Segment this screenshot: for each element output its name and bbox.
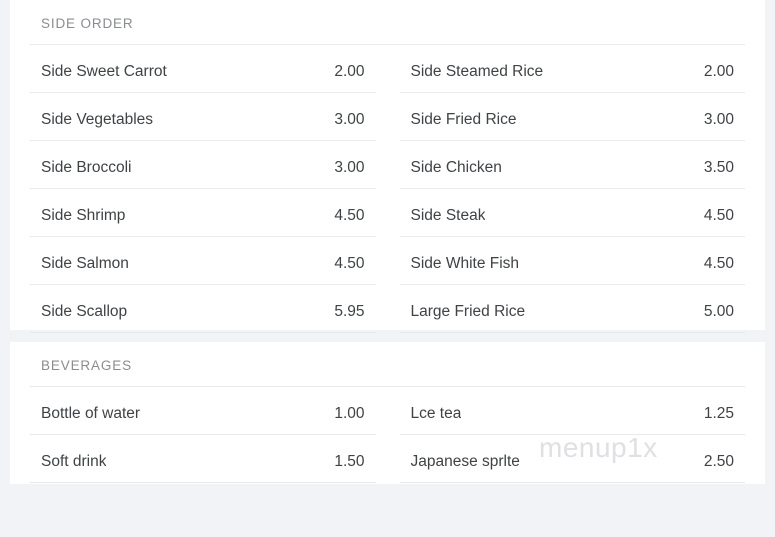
menu-item-name: Lce tea bbox=[410, 405, 462, 422]
menu-item-price: 4.50 bbox=[334, 207, 365, 224]
menu-item-name: Side White Fish bbox=[410, 255, 520, 272]
menu-item-name: Soft drink bbox=[41, 453, 107, 470]
menu-section-side-order: SIDE ORDER Side Sweet Carrot 2.00 Side S… bbox=[10, 0, 765, 333]
menu-item-name: Side Fried Rice bbox=[410, 111, 517, 128]
menu-item-row[interactable]: Side Salmon 4.50 bbox=[30, 237, 376, 285]
menu-item-price: 1.50 bbox=[334, 453, 365, 470]
menu-item-price: 2.50 bbox=[703, 453, 734, 470]
menu-item-price: 5.95 bbox=[334, 303, 365, 320]
menu-item-row[interactable]: Side Steamed Rice 2.00 bbox=[399, 45, 745, 93]
menu-item-price: 3.00 bbox=[334, 159, 365, 176]
menu-item-row[interactable]: Side Chicken 3.50 bbox=[399, 141, 745, 189]
menu-item-price: 4.50 bbox=[703, 255, 734, 272]
section-header-beverages: BEVERAGES bbox=[30, 342, 745, 387]
menu-item-row[interactable]: Side Broccoli 3.00 bbox=[30, 141, 376, 189]
menu-item-price: 3.00 bbox=[334, 111, 365, 128]
menu-item-row[interactable]: Side White Fish 4.50 bbox=[399, 237, 745, 285]
menu-items-grid-beverages: Bottle of water 1.00 Lce tea 1.25 Soft d… bbox=[10, 387, 765, 483]
menu-item-name: Side Steak bbox=[410, 207, 486, 224]
menu-item-row[interactable]: Soft drink 1.50 bbox=[30, 435, 376, 483]
menu-item-row[interactable]: Bottle of water 1.00 bbox=[30, 387, 376, 435]
menu-item-name: Side Steamed Rice bbox=[410, 63, 544, 80]
menu-item-price: 1.25 bbox=[703, 405, 734, 422]
menu-item-name: Side Sweet Carrot bbox=[41, 63, 167, 80]
menu-item-row[interactable]: Japanese sprlte 2.50 bbox=[399, 435, 745, 483]
menu-item-name: Bottle of water bbox=[41, 405, 141, 422]
menu-item-price: 2.00 bbox=[334, 63, 365, 80]
menu-item-price: 4.50 bbox=[703, 207, 734, 224]
menu-item-row[interactable]: Side Scallop 5.95 bbox=[30, 285, 376, 333]
menu-item-price: 5.00 bbox=[703, 303, 734, 320]
menu-item-name: Large Fried Rice bbox=[410, 303, 526, 320]
menu-item-name: Side Vegetables bbox=[41, 111, 154, 128]
menu-section-beverages: BEVERAGES Bottle of water 1.00 Lce tea 1… bbox=[10, 342, 765, 484]
menu-items-grid-side-order: Side Sweet Carrot 2.00 Side Steamed Rice… bbox=[10, 45, 765, 333]
menu-item-row[interactable]: Large Fried Rice 5.00 bbox=[399, 285, 745, 333]
menu-item-name: Japanese sprlte bbox=[410, 453, 520, 470]
menu-item-price: 3.50 bbox=[703, 159, 734, 176]
menu-item-row[interactable]: Side Shrimp 4.50 bbox=[30, 189, 376, 237]
menu-item-name: Side Salmon bbox=[41, 255, 129, 272]
menu-item-name: Side Shrimp bbox=[41, 207, 126, 224]
menu-item-row[interactable]: Side Vegetables 3.00 bbox=[30, 93, 376, 141]
menu-item-price: 3.00 bbox=[703, 111, 734, 128]
menu-item-row[interactable]: Side Sweet Carrot 2.00 bbox=[30, 45, 376, 93]
section-header-side-order: SIDE ORDER bbox=[30, 0, 745, 45]
menu-item-name: Side Scallop bbox=[41, 303, 128, 320]
menu-item-price: 2.00 bbox=[703, 63, 734, 80]
menu-item-row[interactable]: Side Fried Rice 3.00 bbox=[399, 93, 745, 141]
menu-item-name: Side Broccoli bbox=[41, 159, 132, 176]
menu-item-name: Side Chicken bbox=[410, 159, 502, 176]
section-title: BEVERAGES bbox=[41, 358, 132, 373]
menu-item-row[interactable]: Side Steak 4.50 bbox=[399, 189, 745, 237]
menu-item-row[interactable]: Lce tea 1.25 bbox=[399, 387, 745, 435]
menu-item-price: 4.50 bbox=[334, 255, 365, 272]
section-title: SIDE ORDER bbox=[41, 16, 134, 31]
menu-item-price: 1.00 bbox=[334, 405, 365, 422]
menu-page: SIDE ORDER Side Sweet Carrot 2.00 Side S… bbox=[0, 0, 775, 537]
